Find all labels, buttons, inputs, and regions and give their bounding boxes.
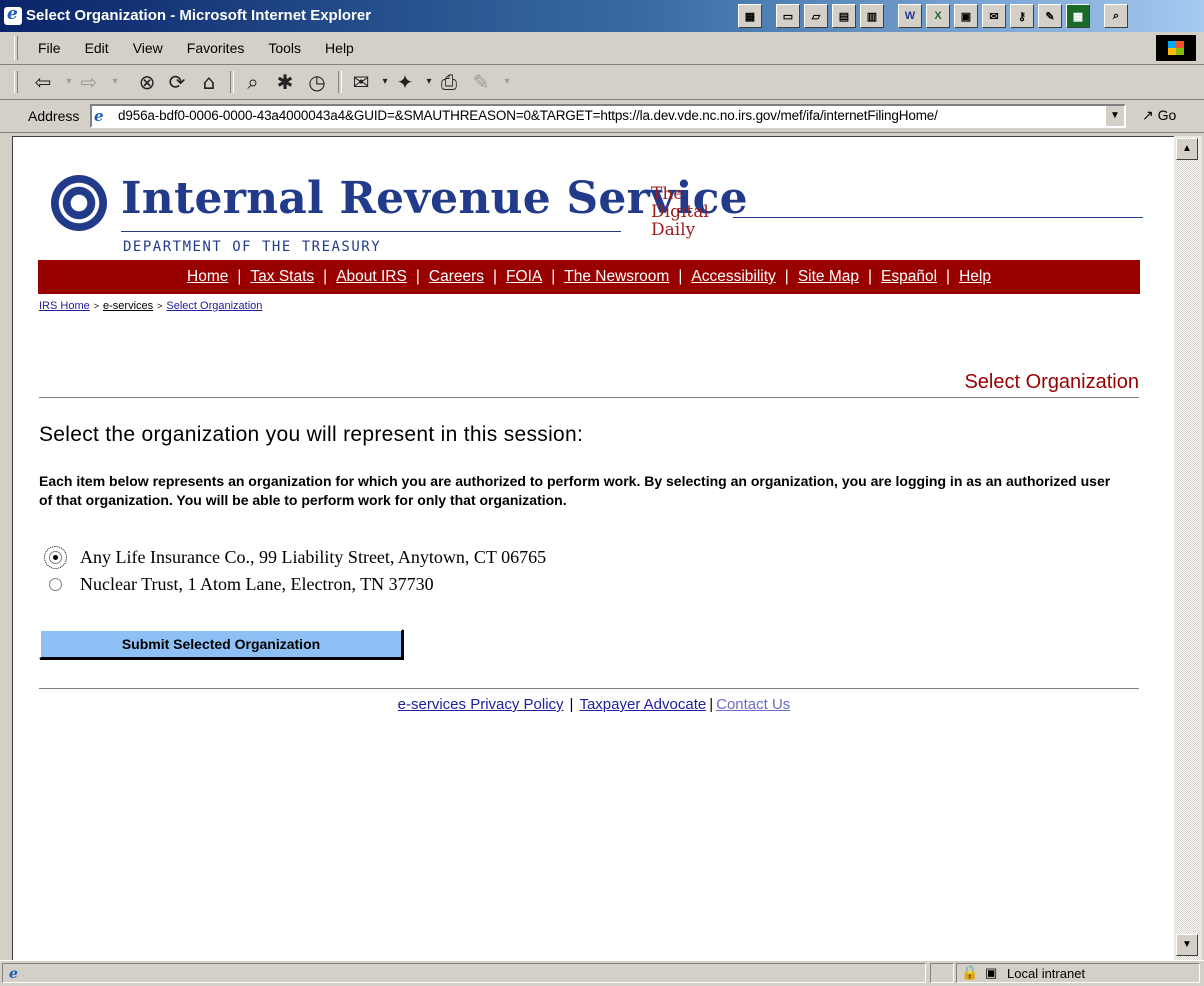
menu-view[interactable]: View [133,40,163,56]
calendar-icon[interactable]: ▥ [860,4,884,28]
status-pane [930,963,954,983]
address-bar: Address e d956a-bdf0-0006-0000-43a400004… [0,100,1204,133]
organization-radio-selected[interactable] [44,546,67,569]
breadcrumb: IRS Home > e-services > Select Organization [39,300,263,312]
page-description: Each item below represents an organizati… [39,473,1111,508]
go-button[interactable]: ↗ Go [1142,107,1176,124]
irs-header: Internal Revenue Service DEPARTMENT OF T… [37,157,1167,257]
organization-option[interactable]: Nuclear Trust, 1 Atom Lane, Electron, TN… [39,574,434,595]
nav-accessibility[interactable]: Accessibility [691,268,775,286]
organization-label[interactable]: Any Life Insurance Co., 99 Liability Str… [80,547,546,568]
menu-help[interactable]: Help [325,40,354,56]
divider [39,397,1139,398]
address-url[interactable]: d956a-bdf0-0006-0000-43a4000043a4&GUID=&… [118,108,938,123]
favorites-icon[interactable]: ✱ [272,71,298,93]
back-icon[interactable]: ⇦ [30,71,56,93]
contact-us-link[interactable]: Contact Us [716,696,790,713]
intranet-icon: ▣ [985,965,998,980]
address-input[interactable]: e d956a-bdf0-0006-0000-43a4000043a4&GUID… [90,104,1126,128]
windows-logo-icon [1156,35,1196,61]
vertical-scrollbar[interactable]: ▲ ▼ [1174,136,1202,960]
internet-explorer-icon: e [4,4,22,25]
menu-tools[interactable]: Tools [268,40,301,56]
status-text-pane: e [2,963,926,983]
menu-favorites[interactable]: Favorites [187,40,245,56]
new-document-icon[interactable]: ▭ [776,4,800,28]
open-document-icon[interactable]: ▱ [804,4,828,28]
organization-radio[interactable] [49,578,62,591]
main-nav: Home | Tax Stats | About IRS | Careers | FOI… [38,260,1140,294]
edit-icon[interactable]: ✎ [468,71,494,93]
digital-daily-tagline: The Digital Daily [651,184,709,240]
nav-foia[interactable]: FOIA [506,268,542,286]
address-label: Address [28,108,80,124]
grid-icon[interactable]: ▦ [1066,4,1090,28]
menu-edit[interactable]: Edit [85,40,109,56]
divider [39,688,1139,689]
status-bar: e 🔒 ▣ Local intranet [0,960,1204,986]
menu-file[interactable]: File [38,40,61,56]
privacy-policy-link[interactable]: e-services Privacy Policy [398,696,564,713]
page-icon: e [9,966,18,982]
toolbar-grip[interactable] [14,71,18,93]
page-viewport: Internal Revenue Service DEPARTMENT OF T… [12,136,1175,961]
edit-dropdown-icon[interactable]: ▾ [494,71,520,93]
mail-icon[interactable]: ✉ [348,71,374,93]
footer-links: e-services Privacy Policy | Taxpayer Advoc… [397,696,791,713]
stop-icon[interactable]: ⊗ [134,71,160,93]
template-icon[interactable]: ▤ [832,4,856,28]
key-icon[interactable]: ⚷ [1010,4,1034,28]
office-icon[interactable]: ▦ [738,4,762,28]
zone-pane: 🔒 ▣ Local intranet [956,963,1200,983]
menu-bar: File Edit View Favorites Tools Help [0,32,1204,65]
submit-organization-button[interactable]: Submit Selected Organization [39,629,403,659]
toolbar-grip[interactable] [14,36,18,60]
search-icon[interactable]: ⌕ [240,71,266,93]
nav-home[interactable]: Home [187,268,228,286]
powerpoint-icon[interactable]: ▣ [954,4,978,28]
standard-toolbar: ⇦ ▾ ⇨ ▾ ⊗ ⟳ ⌂ ⌕ ✱ ◷ ✉ ▾ ✦ ▾ ⎙ ✎ ▾ [0,65,1204,100]
nav-newsroom[interactable]: The Newsroom [564,268,669,286]
window-title: Select Organization - Microsoft Internet… [26,7,372,24]
page-heading: Select the organization you will represe… [39,423,584,446]
organization-option[interactable]: Any Life Insurance Co., 99 Liability Str… [39,546,546,569]
go-arrow-icon: ↗ [1142,107,1154,123]
taxpayer-advocate-link[interactable]: Taxpayer Advocate [579,696,706,713]
go-label: Go [1157,107,1177,123]
outlook-icon[interactable]: ✉ [982,4,1006,28]
irs-department: DEPARTMENT OF THE TREASURY [123,239,382,255]
word-icon[interactable]: W [898,4,922,28]
history-icon[interactable]: ◷ [304,71,330,93]
section-title: Select Organization [964,371,1139,393]
refresh-icon[interactable]: ⟳ [164,71,190,93]
pen-icon[interactable]: ✎ [1038,4,1062,28]
breadcrumb-irs-home[interactable]: IRS Home [39,300,90,312]
quick-launch-bar: ▦ ▭ ▱ ▤ ▥ W X ▣ ✉ ⚷ ✎ ▦ ⌕ [738,0,1128,32]
organization-label[interactable]: Nuclear Trust, 1 Atom Lane, Electron, TN… [80,574,434,595]
home-icon[interactable]: ⌂ [196,71,222,93]
nav-espanol[interactable]: Español [881,268,937,286]
chevron-down-icon[interactable]: ▼ [1105,106,1124,126]
breadcrumb-select-organization[interactable]: Select Organization [166,300,262,312]
nav-help[interactable]: Help [959,268,991,286]
breadcrumb-e-services[interactable]: e-services [103,300,153,312]
page-icon: e [94,107,104,125]
scroll-down-icon[interactable]: ▼ [1176,934,1198,956]
lock-icon: 🔒 [961,964,979,980]
nav-careers[interactable]: Careers [429,268,484,286]
forward-dropdown-icon[interactable]: ▾ [102,71,128,93]
excel-icon[interactable]: X [926,4,950,28]
forward-icon[interactable]: ⇨ [76,71,102,93]
nav-tax-stats[interactable]: Tax Stats [250,268,314,286]
print-icon[interactable]: ⎙ [436,71,462,93]
discuss-icon[interactable]: ✦ [392,71,418,93]
irs-eagle-seal-icon [51,175,107,231]
scroll-up-icon[interactable]: ▲ [1176,138,1198,160]
security-zone: Local intranet [1007,966,1086,981]
nav-site-map[interactable]: Site Map [798,268,859,286]
find-icon[interactable]: ⌕ [1104,4,1128,28]
nav-about-irs[interactable]: About IRS [336,268,407,286]
window-title-bar: e Select Organization - Microsoft Intern… [0,0,1204,32]
